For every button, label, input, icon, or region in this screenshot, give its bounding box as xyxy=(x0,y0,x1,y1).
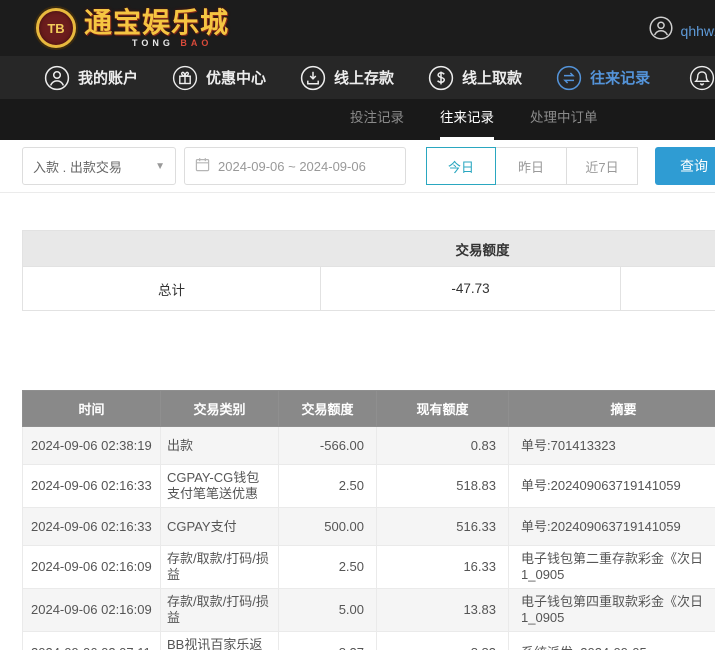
cell-amount: 8.27 xyxy=(278,631,377,650)
tab-processing-orders[interactable]: 处理中订单 xyxy=(530,99,598,140)
cell-type: 存款/取款/打码/损益 xyxy=(160,545,279,589)
table-row: 2024-09-06 02:38:19 出款 -566.00 0.83 单号:7… xyxy=(22,426,715,465)
topbar: TB 通宝娱乐城 TONG BAO qhhwz xyxy=(0,0,715,56)
chevron-down-icon: ▼ xyxy=(155,160,165,172)
date-range-value: 2024-09-06 ~ 2024-09-06 xyxy=(218,158,366,174)
cell-note: 单号:202409063719141059 xyxy=(508,464,715,508)
summary-section: 交易额度 总计 -47.73 xyxy=(21,230,715,311)
col-type: 交易类别 xyxy=(160,390,279,427)
site-subtitle-2: BAO xyxy=(180,37,213,48)
logo-text: 通宝娱乐城 TONG BAO xyxy=(84,6,230,48)
last7days-button[interactable]: 近7日 xyxy=(566,147,638,185)
site-logo[interactable]: TB 通宝娱乐城 TONG BAO xyxy=(36,8,229,48)
cell-time: 2024-09-06 02:07:11 xyxy=(22,631,161,650)
date-range-input[interactable]: 2024-09-06 ~ 2024-09-06 xyxy=(184,147,406,185)
table-row: 2024-09-06 02:16:33 CGPAY支付 500.00 516.3… xyxy=(22,507,715,546)
nav-label: 线上存款 xyxy=(334,70,395,87)
site-subtitle-1: TONG xyxy=(132,37,174,48)
records-section: 时间 交易类别 交易额度 现有额度 摘要 2024-09-06 02:38:19… xyxy=(22,390,715,650)
tab-transaction-records[interactable]: 往来记录 xyxy=(440,99,494,140)
nav-label: 优惠中心 xyxy=(206,70,267,87)
records-table: 时间 交易类别 交易额度 现有额度 摘要 2024-09-06 02:38:19… xyxy=(22,390,715,650)
today-button[interactable]: 今日 xyxy=(426,147,496,185)
table-row: 2024-09-06 02:16:33 CGPAY-CG钱包支付笔笔送优惠 2.… xyxy=(22,464,715,508)
quick-date-buttons: 今日 昨日 近7日 xyxy=(426,147,638,185)
cell-balance: 8.83 xyxy=(376,631,509,650)
bell-icon xyxy=(689,65,715,91)
nav-item-deposit[interactable]: 线上存款 xyxy=(300,65,394,91)
col-amount: 交易额度 xyxy=(278,390,377,427)
cell-balance: 518.83 xyxy=(376,464,509,508)
table-header-row: 时间 交易类别 交易额度 现有额度 摘要 xyxy=(22,390,715,427)
transaction-type-select[interactable]: 入款 . 出款交易 ▼ xyxy=(22,147,176,185)
summary-header: 交易额度 xyxy=(21,230,715,267)
cell-type: 存款/取款/打码/损益 xyxy=(160,588,279,632)
cell-balance: 0.83 xyxy=(376,426,509,465)
cell-time: 2024-09-06 02:16:09 xyxy=(22,545,161,589)
cell-type: CGPAY-CG钱包支付笔笔送优惠 xyxy=(160,464,279,508)
nav-item-messages[interactable] xyxy=(689,65,715,91)
site-title: 通宝娱乐城 xyxy=(84,6,230,38)
cell-type: CGPAY支付 xyxy=(160,507,279,546)
cell-balance: 516.33 xyxy=(376,507,509,546)
nav-label: 往来记录 xyxy=(590,70,651,87)
user-menu[interactable]: qhhwz xyxy=(648,16,715,45)
deposit-icon xyxy=(300,65,326,91)
cell-note: 电子钱包第四重取款彩金《次日1_0905 xyxy=(508,588,715,632)
cell-note: 单号:202409063719141059 xyxy=(508,507,715,546)
user-avatar-icon xyxy=(648,16,673,45)
cell-amount: -566.00 xyxy=(278,426,377,465)
account-icon xyxy=(44,65,70,91)
main-nav: 我的账户 优惠中心 线上存款 线上取款 往来记录 xyxy=(0,56,715,99)
table-row: 2024-09-06 02:16:09 存款/取款/打码/损益 2.50 16.… xyxy=(22,545,715,589)
cell-note: 单号:701413323 xyxy=(508,426,715,465)
calendar-icon xyxy=(195,157,210,175)
cell-amount: 2.50 xyxy=(278,545,377,589)
table-row: 2024-09-06 02:16:09 存款/取款/打码/损益 5.00 13.… xyxy=(22,588,715,632)
cell-amount: 5.00 xyxy=(278,588,377,632)
cell-balance: 16.33 xyxy=(376,545,509,589)
summary-total-value: -47.73 xyxy=(320,266,621,311)
cell-amount: 500.00 xyxy=(278,507,377,546)
cell-note: 电子钱包第二重存款彩金《次日1_0905 xyxy=(508,545,715,589)
cell-note: 系统派发_2024-09-05 xyxy=(508,631,715,650)
username[interactable]: qhhwz xyxy=(681,23,715,39)
nav-item-my-account[interactable]: 我的账户 xyxy=(44,65,138,91)
cell-balance: 13.83 xyxy=(376,588,509,632)
select-value: 入款 . 出款交易 xyxy=(33,159,122,175)
cell-time: 2024-09-06 02:16:33 xyxy=(22,507,161,546)
summary-header-row: 交易额度 xyxy=(21,230,715,267)
summary-total-label: 总计 xyxy=(22,266,321,311)
nav-item-promotions[interactable]: 优惠中心 xyxy=(172,65,266,91)
nav-label: 我的账户 xyxy=(78,70,139,87)
tab-betting-records[interactable]: 投注记录 xyxy=(350,99,404,140)
cell-time: 2024-09-06 02:38:19 xyxy=(22,426,161,465)
gift-icon xyxy=(172,65,198,91)
summary-table: 交易额度 总计 -47.73 xyxy=(21,230,715,311)
search-button[interactable]: 查询 xyxy=(655,147,715,185)
col-time: 时间 xyxy=(22,390,161,427)
nav-item-withdraw[interactable]: 线上取款 xyxy=(428,65,522,91)
transfer-records-icon xyxy=(556,65,582,91)
site-subtitle: TONG BAO xyxy=(132,37,229,48)
nav-label: 线上取款 xyxy=(462,70,523,87)
table-row: 2024-09-06 02:07:11 BB视讯百家乐返点 8.27 8.83 … xyxy=(22,631,715,650)
col-note: 摘要 xyxy=(508,390,715,427)
logo-coin-icon: TB xyxy=(36,8,76,48)
yesterday-button[interactable]: 昨日 xyxy=(495,147,567,185)
summary-empty-cell xyxy=(619,266,715,311)
col-balance: 现有额度 xyxy=(376,390,509,427)
cell-time: 2024-09-06 02:16:33 xyxy=(22,464,161,508)
cell-time: 2024-09-06 02:16:09 xyxy=(22,588,161,632)
withdraw-icon xyxy=(428,65,454,91)
nav-item-records[interactable]: 往来记录 xyxy=(556,65,650,91)
cell-type: 出款 xyxy=(160,426,279,465)
cell-type: BB视讯百家乐返点 xyxy=(160,631,279,650)
cell-amount: 2.50 xyxy=(278,464,377,508)
summary-total-row: 总计 -47.73 xyxy=(22,266,715,311)
record-tabs: 投注记录 往来记录 处理中订单 xyxy=(0,99,715,140)
page: TB 通宝娱乐城 TONG BAO qhhwz xyxy=(0,0,715,650)
filter-bar: 入款 . 出款交易 ▼ 2024-09-06 ~ 2024-09-06 今日 昨… xyxy=(0,140,715,193)
